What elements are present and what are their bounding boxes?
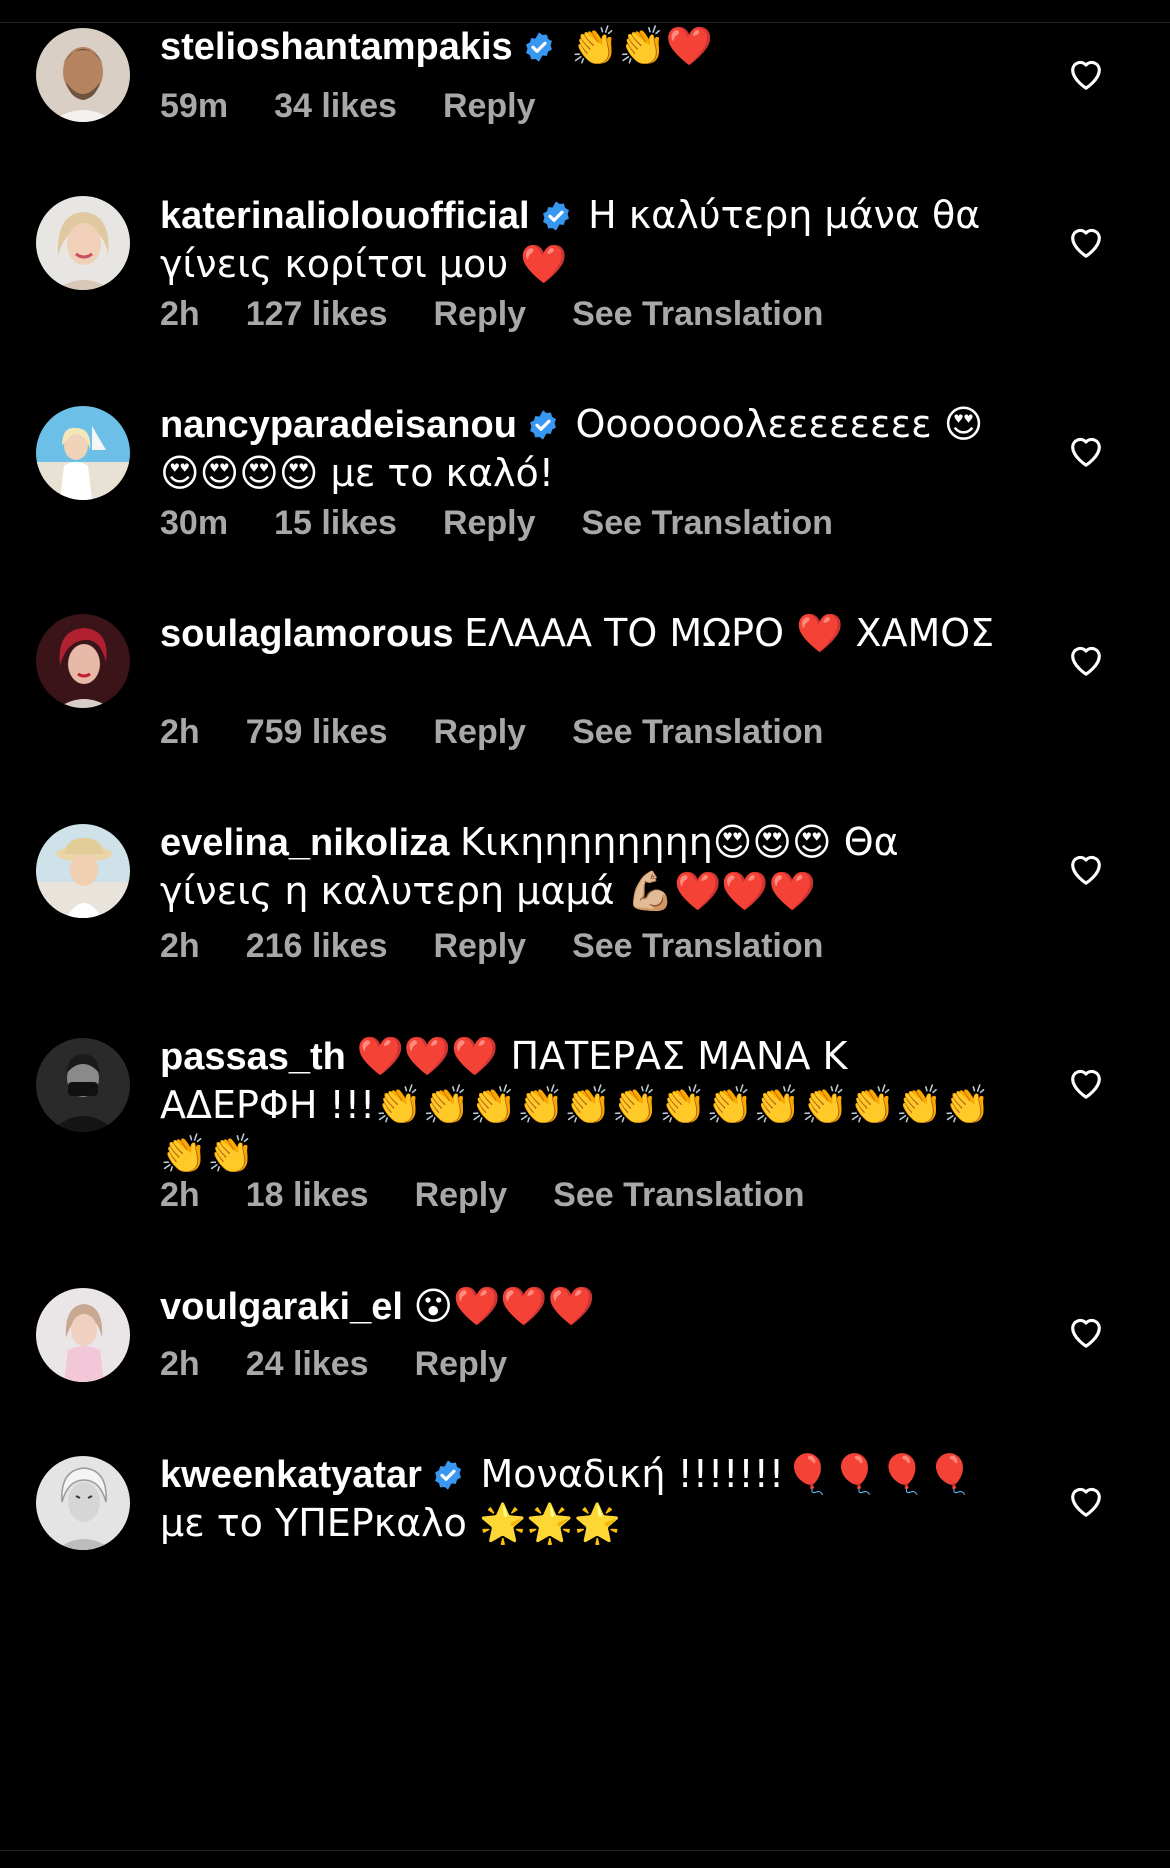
comment-meta: 2h 18 likes Reply See Translation	[160, 1175, 851, 1215]
timestamp: 2h	[160, 295, 200, 333]
timestamp: 2h	[160, 713, 200, 751]
avatar[interactable]	[36, 1456, 130, 1550]
avatar[interactable]	[36, 406, 130, 500]
reply-button[interactable]: Reply	[433, 927, 526, 965]
verified-badge-icon	[529, 410, 556, 440]
verified-badge-icon	[525, 32, 552, 62]
username[interactable]: soulaglamorous	[160, 613, 454, 655]
timestamp: 59m	[160, 87, 229, 125]
heart-outline-icon[interactable]	[1066, 222, 1106, 262]
comment-text: passas_th ❤️❤️❤️ ΠΑΤΕΡΑΣ ΜΑΝΑ Κ ΑΔΕΡΦΗ !…	[160, 1032, 1000, 1179]
see-translation-button[interactable]: See Translation	[572, 927, 823, 965]
reply-button[interactable]: Reply	[443, 87, 536, 125]
heart-outline-icon[interactable]	[1066, 54, 1106, 94]
verified-badge-icon	[435, 1460, 461, 1490]
heart-outline-icon[interactable]	[1066, 1312, 1106, 1352]
likes-count[interactable]: 15 likes	[274, 504, 397, 542]
comment-meta: 2h 216 likes Reply See Translation	[160, 926, 869, 966]
comment-text: soulaglamorous ΕΛΑΑΑ ΤΟ ΜΩΡΟ ❤️ ΧΑΜΟΣ	[160, 609, 1000, 658]
comment-text: kweenkatyatar Μοναδική !!!!!!!🎈🎈🎈🎈 με το…	[160, 1450, 1000, 1548]
comment-text: evelina_nikoliza Κικηηηηηηηη😍😍😍 Θα γίνει…	[160, 818, 1000, 916]
username[interactable]: evelina_nikoliza	[160, 822, 449, 864]
heart-outline-icon[interactable]	[1066, 849, 1106, 889]
bottom-divider	[0, 1850, 1170, 1851]
reply-button[interactable]: Reply	[415, 1176, 508, 1214]
comment-text: nancyparadeisanou Οοοοοοολεεεεεεεε 😍😍😍😍😍…	[160, 400, 1000, 498]
avatar[interactable]	[36, 196, 130, 290]
reply-button[interactable]: Reply	[443, 504, 536, 542]
likes-count[interactable]: 127 likes	[246, 295, 388, 333]
heart-outline-icon[interactable]	[1066, 431, 1106, 471]
avatar[interactable]	[36, 28, 130, 122]
likes-count[interactable]: 216 likes	[246, 927, 388, 965]
comment-meta: 2h 759 likes Reply See Translation	[160, 712, 869, 752]
comment-body: 👏👏❤️	[571, 24, 714, 68]
likes-count[interactable]: 759 likes	[246, 713, 388, 751]
comment-body: 😮❤️❤️❤️	[413, 1284, 596, 1328]
comment-meta: 2h 24 likes Reply	[160, 1344, 553, 1384]
heart-outline-icon[interactable]	[1066, 1063, 1106, 1103]
comment-text: stelioshantampakis 👏👏❤️	[160, 22, 1000, 71]
comment-meta: 59m 34 likes Reply	[160, 86, 582, 126]
reply-button[interactable]: Reply	[415, 1345, 508, 1383]
timestamp: 2h	[160, 1345, 200, 1383]
avatar[interactable]	[36, 824, 130, 918]
likes-count[interactable]: 24 likes	[246, 1345, 369, 1383]
likes-count[interactable]: 34 likes	[274, 87, 397, 125]
avatar[interactable]	[36, 614, 130, 708]
see-translation-button[interactable]: See Translation	[582, 504, 833, 542]
username[interactable]: kweenkatyatar	[160, 1454, 422, 1496]
timestamp: 30m	[160, 504, 229, 542]
heart-outline-icon[interactable]	[1066, 640, 1106, 680]
username[interactable]: katerinaliolouofficial	[160, 195, 530, 237]
see-translation-button[interactable]: See Translation	[572, 295, 823, 333]
avatar[interactable]	[36, 1288, 130, 1382]
comment-body: ΕΛΑΑΑ ΤΟ ΜΩΡΟ ❤️ ΧΑΜΟΣ	[464, 611, 995, 655]
verified-badge-icon	[542, 201, 569, 231]
comment-meta: 2h 127 likes Reply See Translation	[160, 294, 869, 334]
username[interactable]: stelioshantampakis	[160, 26, 513, 68]
comment-text: katerinaliolouofficial Η καλύτερη μάνα θ…	[160, 191, 1000, 289]
comment-meta: 30m 15 likes Reply See Translation	[160, 503, 879, 543]
see-translation-button[interactable]: See Translation	[553, 1176, 804, 1214]
username[interactable]: voulgaraki_el	[160, 1286, 403, 1328]
avatar[interactable]	[36, 1038, 130, 1132]
reply-button[interactable]: Reply	[433, 295, 526, 333]
likes-count[interactable]: 18 likes	[246, 1176, 369, 1214]
comment-text: voulgaraki_el 😮❤️❤️❤️	[160, 1282, 1000, 1331]
reply-button[interactable]: Reply	[433, 713, 526, 751]
timestamp: 2h	[160, 927, 200, 965]
timestamp: 2h	[160, 1176, 200, 1214]
see-translation-button[interactable]: See Translation	[572, 713, 823, 751]
username[interactable]: nancyparadeisanou	[160, 404, 517, 446]
username[interactable]: passas_th	[160, 1036, 346, 1078]
heart-outline-icon[interactable]	[1066, 1481, 1106, 1521]
